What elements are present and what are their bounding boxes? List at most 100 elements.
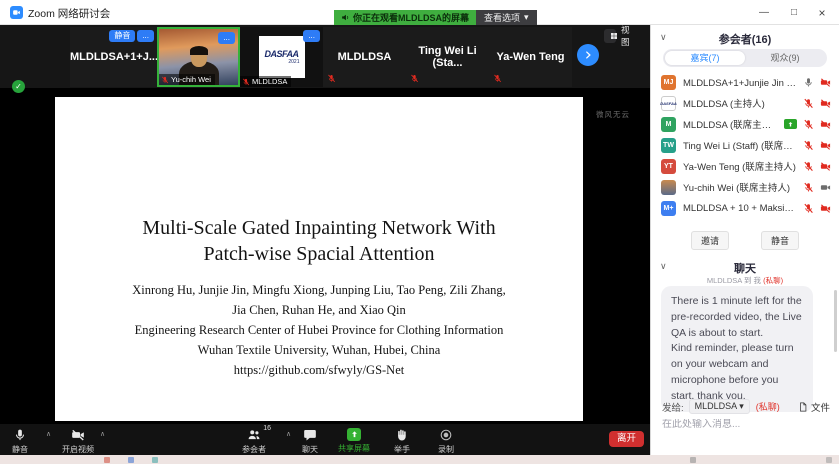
start-video-button[interactable]: 开启视频 xyxy=(62,428,94,455)
avatar: YT xyxy=(661,159,676,174)
mic-muted-icon xyxy=(161,76,169,84)
tile-mute-button[interactable]: 静音 xyxy=(109,30,135,42)
private-tag: (私聊) xyxy=(763,276,783,285)
participant-row[interactable]: MJ MLDLDSA+1+Junjie Jin (我) xyxy=(661,73,831,91)
chat-button[interactable]: 聊天 xyxy=(302,428,318,455)
participants-actions: 邀请 静音 xyxy=(651,231,839,250)
participants-icon xyxy=(247,428,261,442)
mic-muted-icon[interactable] xyxy=(803,161,814,172)
video-tile-4[interactable]: MLDLDSA xyxy=(323,27,406,87)
slide-url: https://github.com/sfwyly/GS-Net xyxy=(55,360,583,380)
avatar: TW xyxy=(661,138,676,153)
chat-compose-row: 发给: MLDLDSA ▾ (私聊) 文件 xyxy=(662,399,830,414)
participant-row[interactable]: TW Ting Wei Li (Staff) (联席主持人) xyxy=(661,136,831,154)
taskbar-tray-icon[interactable] xyxy=(690,457,696,463)
participant-row[interactable]: M MLDLDSA (联席主持人) xyxy=(661,115,831,133)
camera-off-icon[interactable] xyxy=(820,77,831,88)
video-tile-1[interactable]: MLDLDSA+1+J... 静音 ... xyxy=(70,27,157,87)
participant-row[interactable]: YT Ya-Wen Teng (联席主持人) xyxy=(661,157,831,175)
record-icon xyxy=(439,428,453,442)
participant-row[interactable]: DASFAA MLDLDSA (主持人) xyxy=(661,94,831,112)
invite-button[interactable]: 邀请 xyxy=(691,231,729,250)
window-titlebar: Zoom 网络研讨会 你正在观看MLDLDSA的屏幕 查看选项▾ — □ × xyxy=(0,0,839,25)
window-title: Zoom 网络研讨会 xyxy=(28,6,110,21)
taskbar-icon[interactable] xyxy=(128,457,134,463)
mic-muted-icon[interactable] xyxy=(803,98,814,109)
banner-message: 你正在观看MLDLDSA的屏幕 xyxy=(334,10,476,25)
minimize-button[interactable]: — xyxy=(751,5,777,21)
video-tile-3[interactable]: DASFAA 2021 ... MLDLDSA xyxy=(240,27,323,87)
camera-off-icon xyxy=(71,428,85,442)
mic-muted-icon[interactable] xyxy=(803,140,814,151)
tab-panelists[interactable]: 嘉宾(7) xyxy=(665,51,745,65)
mute-options-chevron[interactable]: ∧ xyxy=(46,430,51,438)
chat-icon xyxy=(303,428,317,442)
slide-authors: Xinrong Hu, Junjie Jin, Mingfu Xiong, Ju… xyxy=(55,280,583,380)
video-strip: MLDLDSA+1+J... 静音 ... ... Yu-chih Wei DA… xyxy=(0,25,650,88)
meeting-toolbar: 静音 ∧ 开启视频 ∧ 16 参会者 ∧ 聊天 共享屏幕 xyxy=(0,424,650,455)
video-tile-2[interactable]: ... Yu-chih Wei xyxy=(157,27,240,87)
participant-row[interactable]: M+ MLDLDSA + 10 + Maksim Zhuravs... xyxy=(661,199,831,217)
video-tile-5[interactable]: Ting Wei Li (Sta... xyxy=(406,27,489,87)
presentation-slide: Multi-Scale Gated Inpainting Network Wit… xyxy=(55,97,583,421)
video-options-chevron[interactable]: ∧ xyxy=(100,430,105,438)
taskbar-tray-icon[interactable] xyxy=(826,457,832,463)
chevron-right-icon xyxy=(583,50,593,60)
tile-more-button[interactable]: ... xyxy=(137,30,154,42)
maximize-button[interactable]: □ xyxy=(781,5,807,21)
view-options-button[interactable]: 查看选项▾ xyxy=(476,10,537,25)
mute-button[interactable]: 静音 xyxy=(12,428,28,455)
mic-muted-icon[interactable] xyxy=(803,119,814,130)
avatar: DASFAA xyxy=(661,96,676,111)
mute-all-button[interactable]: 静音 xyxy=(761,231,799,250)
zoom-app-icon xyxy=(10,6,23,19)
share-screen-icon xyxy=(347,428,361,441)
mic-on-icon[interactable] xyxy=(803,77,814,88)
camera-off-icon[interactable] xyxy=(820,161,831,172)
shared-screen-area: 微风无云 Multi-Scale Gated Inpainting Networ… xyxy=(0,88,650,424)
camera-off-icon[interactable] xyxy=(820,98,831,109)
mic-muted-icon[interactable] xyxy=(803,182,814,193)
grid-icon xyxy=(610,32,618,40)
send-file-button[interactable]: 文件 xyxy=(798,400,830,414)
participants-options-chevron[interactable]: ∧ xyxy=(286,430,291,438)
taskbar-icon[interactable] xyxy=(152,457,158,463)
recipient-select[interactable]: MLDLDSA ▾ xyxy=(689,399,750,414)
camera-off-icon[interactable] xyxy=(820,203,831,214)
tile-more-button[interactable]: ... xyxy=(218,32,235,44)
next-videos-button[interactable] xyxy=(577,44,599,66)
tile-name-overlay: Yu-chih Wei xyxy=(159,74,215,85)
tile-more-button[interactable]: ... xyxy=(303,30,320,42)
share-screen-button[interactable]: 共享屏幕 xyxy=(338,428,370,454)
chat-scrollbar[interactable] xyxy=(834,290,837,352)
participant-row[interactable]: Yu-chih Wei (联席主持人) xyxy=(661,178,831,196)
raise-hand-button[interactable]: 举手 xyxy=(394,428,410,455)
chevron-down-icon: ▾ xyxy=(739,401,744,411)
tile-participant-name: Ya-Wen Teng xyxy=(489,51,572,63)
chat-sender-line: MLDLDSA 到 我 (私聊) xyxy=(651,275,839,286)
camera-on-icon[interactable] xyxy=(820,182,831,193)
tab-attendees[interactable]: 观众(9) xyxy=(745,51,825,65)
participants-header: 参会者(16) xyxy=(651,31,839,47)
video-tile-6[interactable]: Ya-Wen Teng xyxy=(489,27,572,87)
windows-taskbar[interactable] xyxy=(0,455,839,464)
camera-off-icon[interactable] xyxy=(820,140,831,151)
avatar-photo xyxy=(661,180,676,195)
chat-header: 聊天 xyxy=(651,260,839,276)
close-button[interactable]: × xyxy=(809,5,835,21)
participants-button[interactable]: 16 参会者 xyxy=(242,428,266,455)
dasfaa-logo: DASFAA 2021 xyxy=(259,36,305,78)
leave-button[interactable]: 离开 xyxy=(609,431,644,447)
slide-title: Multi-Scale Gated Inpainting Network Wit… xyxy=(55,215,583,267)
file-icon xyxy=(798,401,808,413)
avatar: MJ xyxy=(661,75,676,90)
security-shield-icon[interactable]: ✓ xyxy=(12,80,25,93)
view-layout-button[interactable]: 视图 xyxy=(604,29,616,43)
chat-message-input[interactable] xyxy=(662,419,830,430)
camera-off-icon[interactable] xyxy=(820,119,831,130)
participants-count-badge: 16 xyxy=(263,425,271,432)
record-button[interactable]: 录制 xyxy=(438,428,454,455)
mic-muted-icon[interactable] xyxy=(803,203,814,214)
taskbar-icon[interactable] xyxy=(104,457,110,463)
zoom-webinar-window: Zoom 网络研讨会 你正在观看MLDLDSA的屏幕 查看选项▾ — □ × M… xyxy=(0,0,839,464)
